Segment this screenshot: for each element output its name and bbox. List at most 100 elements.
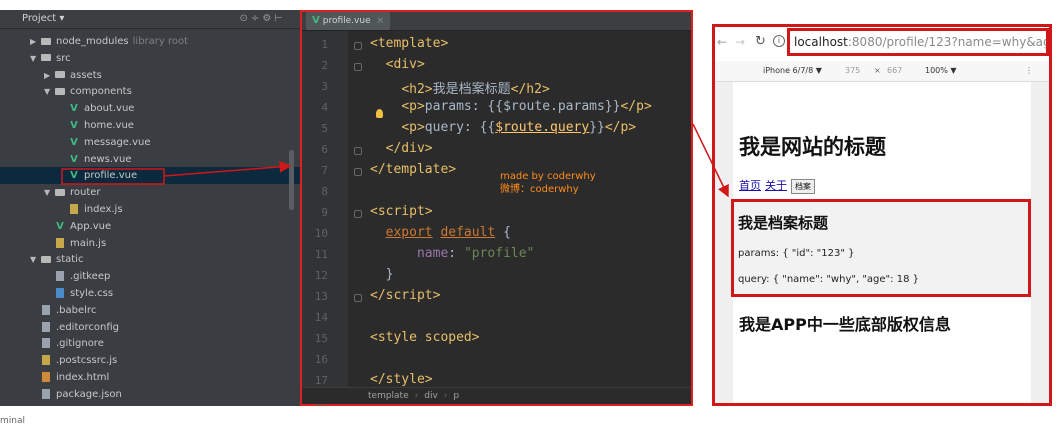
tree-item-label: src <box>56 52 71 64</box>
tree-item-label: .postcssrc.js <box>56 355 118 367</box>
more-options-icon[interactable]: ⋮ <box>1025 61 1033 81</box>
code-line: </style> <box>370 372 433 387</box>
info-icon[interactable]: i <box>773 35 785 47</box>
js-file-icon <box>54 235 66 252</box>
reload-icon[interactable]: ↻ <box>755 34 766 49</box>
tree-item[interactable]: Vprofile.vue <box>0 167 318 185</box>
tree-item-label: message.vue <box>84 136 151 148</box>
hide-icon[interactable]: ⊢ <box>274 13 286 24</box>
tree-item[interactable]: .postcssrc.js <box>0 352 290 369</box>
tree-item-suffix: library root <box>132 36 189 47</box>
browser-window: ← → ↻ i localhost:8080/profile/123?name=… <box>712 24 1052 406</box>
line-number: 2 <box>321 59 328 72</box>
expand-arrow-icon[interactable]: ▶ <box>30 33 40 50</box>
fold-marker[interactable] <box>354 168 362 176</box>
line-number: 5 <box>321 122 328 135</box>
breadcrumb-item[interactable]: p <box>453 391 459 401</box>
settings-split-icon[interactable]: ÷ <box>251 13 262 24</box>
device-width-input[interactable]: 375 <box>845 61 860 81</box>
expand-arrow-icon[interactable]: ▶ <box>44 67 54 84</box>
fold-marker[interactable] <box>354 210 362 218</box>
breadcrumb-item[interactable]: div <box>424 391 438 401</box>
tree-item[interactable]: .gitkeep <box>0 268 304 285</box>
tree-item[interactable]: Vhome.vue <box>0 117 318 134</box>
page-nav: 首页 关于 档案 <box>739 177 815 194</box>
forward-arrow-icon[interactable]: → <box>735 35 745 49</box>
profile-button[interactable]: 档案 <box>791 178 815 194</box>
fold-marker[interactable] <box>354 294 362 302</box>
link-home[interactable]: 首页 <box>739 179 761 192</box>
page-footer: 我是APP中一些底部版权信息 <box>739 315 951 334</box>
device-select[interactable]: iPhone 6/7/8 ▼ <box>763 61 822 81</box>
expand-arrow-icon[interactable]: ▼ <box>44 184 54 201</box>
project-panel-header[interactable]: Project ▾ ⊙÷⚙⊢ <box>0 10 300 29</box>
terminal-tab[interactable]: minal <box>0 416 25 426</box>
close-icon[interactable]: × <box>377 16 385 26</box>
tree-item[interactable]: Vabout.vue <box>0 100 318 117</box>
line-number: 11 <box>314 248 328 261</box>
line-number: 10 <box>314 227 328 240</box>
tree-item[interactable]: V App.vue <box>0 218 304 235</box>
tree-item-label: news.vue <box>84 153 132 165</box>
project-panel: Project ▾ ⊙÷⚙⊢ ▶ node_modules library root… <box>0 10 318 406</box>
tree-item[interactable]: ▼ static <box>0 251 290 268</box>
zoom-select[interactable]: 100% ▼ <box>925 61 957 81</box>
tree-item-label: assets <box>70 69 102 81</box>
vue-file-icon: V <box>312 15 320 26</box>
link-about[interactable]: 关于 <box>765 179 787 192</box>
gear-icon[interactable]: ⚙ <box>262 13 274 24</box>
tree-item[interactable]: style.css <box>0 285 304 302</box>
fold-marker[interactable] <box>354 42 362 50</box>
device-height-input[interactable]: 667 <box>887 61 902 81</box>
fold-marker[interactable] <box>354 147 362 155</box>
address-bar[interactable]: localhost:8080/profile/123?name=why&age=… <box>787 28 1049 56</box>
tree-item-label: index.html <box>56 372 110 383</box>
vue-file-icon: V <box>70 136 78 148</box>
fold-marker[interactable] <box>354 63 362 71</box>
breadcrumb-item[interactable]: template <box>368 391 409 401</box>
code-line: name: "profile" <box>416 246 535 261</box>
back-arrow-icon[interactable]: ← <box>717 35 727 49</box>
line-number: 3 <box>321 80 328 93</box>
viewport-gutter-right <box>1031 82 1049 403</box>
code-editor[interactable]: Vprofile.vue× 12345678910111213141516171… <box>300 10 693 408</box>
lightbulb-icon[interactable] <box>376 109 383 118</box>
tree-item-label: .editorconfig <box>56 321 119 333</box>
project-title[interactable]: Project <box>22 13 56 24</box>
tree-item[interactable]: index.html <box>0 369 290 386</box>
breadcrumb: template › div › p <box>302 387 691 404</box>
tree-item-label: style.css <box>70 288 114 299</box>
tree-item[interactable]: Vmessage.vue <box>0 134 318 151</box>
vue-file-icon: V <box>70 103 78 115</box>
tree-item[interactable]: main.js <box>0 235 304 252</box>
line-number: 17 <box>314 374 328 387</box>
target-icon[interactable]: ⊙ <box>240 13 251 24</box>
tree-item[interactable]: ▼ src <box>0 50 290 67</box>
tree-item[interactable]: .babelrc <box>0 302 290 319</box>
folder-icon <box>54 67 66 84</box>
tree-item[interactable]: index.js <box>0 201 318 218</box>
dimension-separator: × <box>874 66 881 75</box>
expand-arrow-icon[interactable]: ▼ <box>30 251 40 268</box>
tree-item[interactable]: ▼ router <box>0 184 304 201</box>
css-file-icon <box>54 285 66 302</box>
tree-item[interactable]: .editorconfig <box>0 319 290 336</box>
tree-item-label: .gitignore <box>56 338 104 350</box>
tree-item-label: components <box>70 86 132 98</box>
project-scrollbar[interactable] <box>289 150 294 210</box>
vue-file-icon: V <box>56 220 64 232</box>
expand-arrow-icon[interactable]: ▼ <box>30 50 40 67</box>
tree-item-label: .babelrc <box>56 304 97 316</box>
chevron-down-icon[interactable]: ▾ <box>59 13 64 24</box>
tree-item[interactable]: Vnews.vue <box>0 151 318 168</box>
line-number: 13 <box>314 290 328 303</box>
tab-profile-vue[interactable]: Vprofile.vue × <box>306 12 391 30</box>
tree-item[interactable]: ▶ node_modules library root <box>0 33 290 50</box>
tree-item[interactable]: package.json <box>0 386 290 403</box>
tree-item[interactable]: ▶ assets <box>0 67 304 84</box>
expand-arrow-icon[interactable]: ▼ <box>44 83 54 100</box>
js-file-icon <box>40 352 52 369</box>
code-line: <p>query: {{$route.query}}</p> <box>401 120 637 135</box>
tree-item[interactable]: .gitignore <box>0 335 290 352</box>
tree-item[interactable]: ▼ components <box>0 83 304 100</box>
